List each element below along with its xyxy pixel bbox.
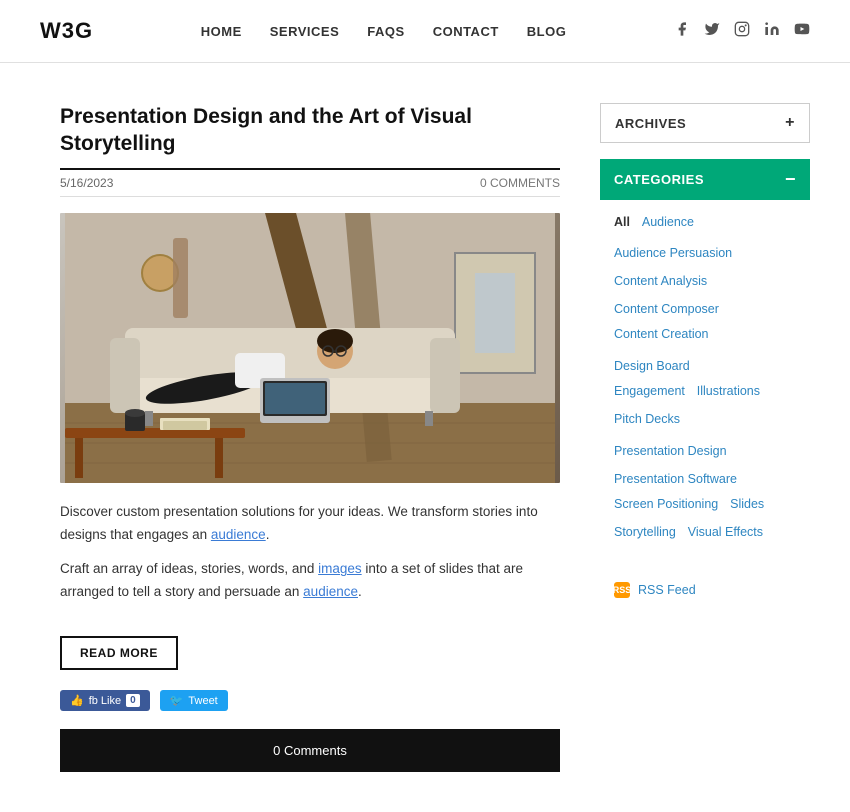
rss-row: RSS RSS Feed bbox=[600, 574, 810, 606]
fb-like-label: fb Like bbox=[89, 695, 121, 707]
article-image bbox=[60, 213, 560, 483]
nav-link-blog[interactable]: BLOG bbox=[527, 24, 567, 39]
facebook-icon-small: 👍 bbox=[70, 694, 84, 707]
read-more-button[interactable]: READ MORE bbox=[60, 636, 178, 670]
categories-toggle-icon[interactable]: − bbox=[785, 169, 796, 190]
sidebar: ARCHIVES + CATEGORIES − All Audience Aud… bbox=[600, 103, 810, 772]
article-meta: 5/16/2023 0 COMMENTS bbox=[60, 168, 560, 197]
social-buttons: 👍 fb Like 0 🐦 Tweet bbox=[60, 690, 560, 711]
cat-row-8: Presentation Software bbox=[614, 464, 796, 492]
main-content: Presentation Design and the Art of Visua… bbox=[60, 103, 560, 772]
site-logo[interactable]: W3G bbox=[40, 18, 93, 44]
nav-list: HOME SERVICES FAQS CONTACT BLOG bbox=[201, 23, 567, 39]
nav-item-faqs[interactable]: FAQS bbox=[367, 23, 404, 39]
nav-link-services[interactable]: SERVICES bbox=[270, 24, 340, 39]
cat-row-4: Content Composer bbox=[614, 294, 796, 322]
page-container: Presentation Design and the Art of Visua… bbox=[0, 63, 850, 812]
cat-row-5: Content Creation Design Board bbox=[614, 322, 796, 379]
archives-header[interactable]: ARCHIVES + bbox=[601, 104, 809, 142]
category-link-screen-positioning[interactable]: Screen Positioning bbox=[614, 492, 718, 520]
category-link-visual-effects[interactable]: Visual Effects bbox=[688, 520, 763, 548]
comments-bar: 0 Comments bbox=[60, 729, 560, 772]
categories-label: CATEGORIES bbox=[614, 172, 704, 187]
nav-item-blog[interactable]: BLOG bbox=[527, 23, 567, 39]
category-link-design-board[interactable]: Design Board bbox=[614, 354, 690, 379]
rss-icon: RSS bbox=[614, 582, 630, 598]
category-link-audience[interactable]: Audience bbox=[642, 210, 694, 238]
main-nav: HOME SERVICES FAQS CONTACT BLOG bbox=[201, 23, 567, 39]
nav-item-services[interactable]: SERVICES bbox=[270, 23, 340, 39]
cat-row-10: Storytelling Visual Effects bbox=[614, 520, 796, 548]
nav-item-home[interactable]: HOME bbox=[201, 23, 242, 39]
site-header: W3G HOME SERVICES FAQS CONTACT BLOG bbox=[0, 0, 850, 63]
article-paragraph-1: Discover custom presentation solutions f… bbox=[60, 501, 560, 547]
category-link-illustrations[interactable]: Illustrations bbox=[697, 379, 760, 407]
category-link-presentation-design[interactable]: Presentation Design bbox=[614, 439, 727, 464]
categories-list: All Audience Audience Persuasion Content… bbox=[600, 200, 810, 558]
cat-row-2: Audience Persuasion bbox=[614, 238, 796, 266]
article-comments-count[interactable]: 0 COMMENTS bbox=[480, 176, 560, 190]
archives-box: ARCHIVES + bbox=[600, 103, 810, 143]
social-icons-group bbox=[674, 21, 810, 41]
cat-row-3: Content Analysis bbox=[614, 266, 796, 294]
category-link-engagement[interactable]: Engagement bbox=[614, 379, 685, 407]
cat-row-9: Screen Positioning Slides bbox=[614, 492, 796, 520]
tweet-button[interactable]: 🐦 Tweet bbox=[160, 690, 228, 711]
category-link-content-analysis[interactable]: Content Analysis bbox=[614, 274, 707, 288]
categories-box: CATEGORIES − All Audience Audience Persu… bbox=[600, 159, 810, 558]
article-body: Discover custom presentation solutions f… bbox=[60, 501, 560, 605]
archives-label: ARCHIVES bbox=[615, 116, 686, 131]
facebook-like-button[interactable]: 👍 fb Like 0 bbox=[60, 690, 150, 711]
category-link-all[interactable]: All bbox=[614, 210, 630, 238]
comments-bar-text: 0 Comments bbox=[273, 743, 347, 758]
instagram-icon[interactable] bbox=[734, 21, 750, 41]
fb-like-count: 0 bbox=[126, 694, 140, 707]
twitter-bird-icon: 🐦 bbox=[170, 694, 184, 707]
article-paragraph-2: Craft an array of ideas, stories, words,… bbox=[60, 558, 560, 604]
cat-row-7: Pitch Decks Presentation Design bbox=[614, 407, 796, 464]
category-link-presentation-software[interactable]: Presentation Software bbox=[614, 472, 737, 486]
linkedin-icon[interactable] bbox=[764, 21, 780, 41]
nav-link-contact[interactable]: CONTACT bbox=[433, 24, 499, 39]
cat-row-1: All Audience bbox=[614, 210, 796, 238]
category-link-slides[interactable]: Slides bbox=[730, 492, 764, 520]
archives-toggle-icon[interactable]: + bbox=[785, 114, 795, 132]
rss-feed-link[interactable]: RSS Feed bbox=[638, 583, 696, 597]
nav-link-home[interactable]: HOME bbox=[201, 24, 242, 39]
categories-header[interactable]: CATEGORIES − bbox=[600, 159, 810, 200]
cat-row-6: Engagement Illustrations bbox=[614, 379, 796, 407]
nav-item-contact[interactable]: CONTACT bbox=[433, 23, 499, 39]
article-date: 5/16/2023 bbox=[60, 176, 113, 190]
article-title: Presentation Design and the Art of Visua… bbox=[60, 103, 560, 158]
category-link-content-creation[interactable]: Content Creation bbox=[614, 322, 709, 350]
category-link-storytelling[interactable]: Storytelling bbox=[614, 520, 676, 548]
tweet-label: Tweet bbox=[188, 695, 217, 707]
category-link-pitch-decks[interactable]: Pitch Decks bbox=[614, 407, 680, 435]
category-link-audience-persuasion[interactable]: Audience Persuasion bbox=[614, 246, 732, 260]
category-link-content-composer[interactable]: Content Composer bbox=[614, 302, 719, 316]
twitter-icon[interactable] bbox=[704, 21, 720, 41]
youtube-icon[interactable] bbox=[794, 21, 810, 41]
nav-link-faqs[interactable]: FAQS bbox=[367, 24, 404, 39]
facebook-icon[interactable] bbox=[674, 21, 690, 41]
